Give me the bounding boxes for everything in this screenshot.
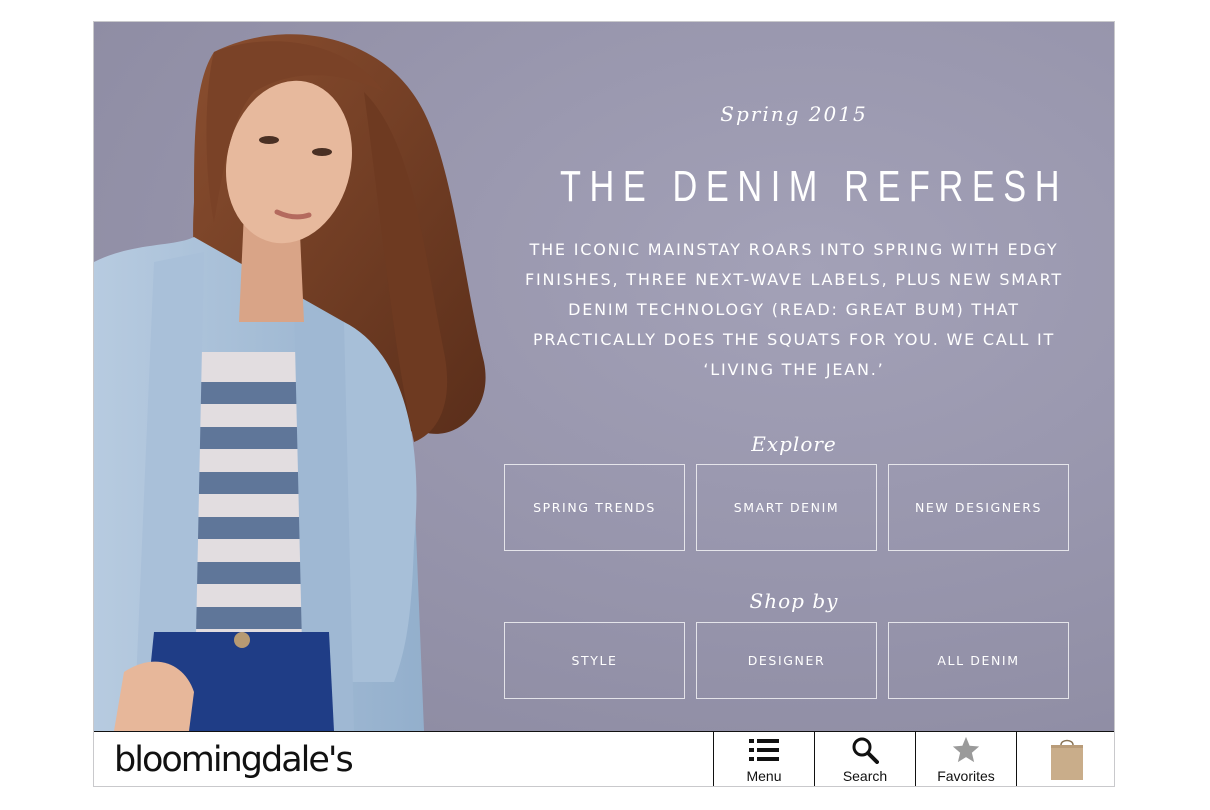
favorites-label: Favorites bbox=[937, 768, 995, 784]
app-frame: Spring 2015 THE DENIM REFRESH THE ICONIC… bbox=[93, 21, 1115, 787]
explore-label: Explore bbox=[751, 432, 837, 456]
shopping-bag-button[interactable] bbox=[1016, 732, 1114, 786]
smart-denim-button[interactable]: SMART DENIM bbox=[696, 464, 877, 551]
search-label: Search bbox=[842, 768, 888, 784]
bottom-navbar: bloomingdale's Menu Search Favorites bbox=[94, 731, 1114, 786]
search-icon bbox=[851, 735, 879, 765]
menu-label: Menu bbox=[746, 768, 782, 784]
season-label: Spring 2015 bbox=[720, 102, 868, 126]
shop-by-label: Shop by bbox=[749, 589, 839, 613]
hero-model-image bbox=[94, 34, 486, 731]
bloomingdales-logo[interactable]: bloomingdale's bbox=[114, 740, 354, 780]
hero-description: THE ICONIC MAINSTAY ROARS INTO SPRING WI… bbox=[525, 240, 1063, 379]
favorites-button[interactable]: Favorites bbox=[915, 732, 1016, 786]
hero-banner: Spring 2015 THE DENIM REFRESH THE ICONIC… bbox=[94, 22, 1114, 731]
menu-button[interactable]: Menu bbox=[713, 732, 814, 786]
menu-icon bbox=[749, 735, 779, 765]
search-button[interactable]: Search bbox=[814, 732, 915, 786]
star-icon bbox=[951, 735, 981, 765]
shopping-bag-icon bbox=[1049, 736, 1085, 782]
page-headline: THE DENIM REFRESH bbox=[560, 162, 1069, 211]
new-designers-button[interactable]: NEW DESIGNERS bbox=[888, 464, 1069, 551]
all-denim-button[interactable]: ALL DENIM bbox=[888, 622, 1069, 699]
spring-trends-button[interactable]: SPRING TRENDS bbox=[504, 464, 685, 551]
style-button[interactable]: STYLE bbox=[504, 622, 685, 699]
designer-button[interactable]: DESIGNER bbox=[696, 622, 877, 699]
